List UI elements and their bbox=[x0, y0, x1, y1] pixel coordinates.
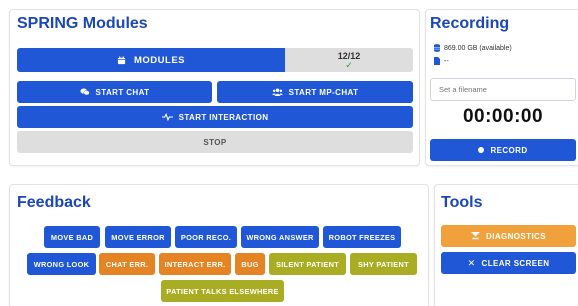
modules-button[interactable]: MODULES bbox=[17, 48, 285, 72]
modules-bar: MODULES 12/12 ✓ bbox=[17, 48, 413, 72]
start-interaction-label: START INTERACTION bbox=[178, 112, 269, 122]
diagnostics-button[interactable]: DIAGNOSTICS bbox=[441, 225, 576, 247]
file-status-text: -- bbox=[444, 57, 449, 65]
feedback-silent-patient-button[interactable]: SILENT PATIENT bbox=[269, 253, 346, 275]
calendar-icon bbox=[117, 55, 126, 65]
stethoscope-icon bbox=[471, 232, 480, 240]
stop-label: STOP bbox=[203, 137, 227, 147]
record-button[interactable]: RECORD bbox=[430, 139, 576, 161]
users-icon bbox=[271, 88, 283, 96]
feedback-move-error-button[interactable]: MOVE ERROR bbox=[105, 226, 171, 248]
start-mp-chat-button[interactable]: START MP-CHAT bbox=[217, 81, 413, 103]
record-dot-icon bbox=[478, 147, 485, 153]
feedback-wrong-look-button[interactable]: WRONG LOOK bbox=[27, 253, 96, 275]
recording-card-title: Recording bbox=[430, 15, 510, 32]
start-chat-label: START CHAT bbox=[95, 87, 150, 97]
record-label: RECORD bbox=[490, 145, 528, 155]
close-icon: ✕ bbox=[467, 257, 476, 268]
feedback-patient-talks-elsewhere-button[interactable]: PATIENT TALKS ELSEWHERE bbox=[161, 280, 284, 302]
start-chat-button[interactable]: START CHAT bbox=[17, 81, 212, 103]
storage-text: 869.00 GB (available) bbox=[444, 44, 512, 52]
storage-info: 869.00 GB (available) bbox=[434, 44, 512, 52]
clear-screen-button[interactable]: ✕ CLEAR SCREEN bbox=[441, 252, 576, 274]
recording-timer: 00:00:00 bbox=[462, 106, 544, 127]
feedback-bug-button[interactable]: BUG bbox=[235, 253, 265, 275]
feedback-robot-freezes-button[interactable]: ROBOT FREEZES bbox=[323, 226, 401, 248]
modules-label: MODULES bbox=[134, 54, 185, 66]
feedback-chat-err-button[interactable]: CHAT ERR. bbox=[99, 253, 155, 275]
start-interaction-button[interactable]: START INTERACTION bbox=[17, 106, 413, 128]
comments-icon bbox=[79, 88, 90, 96]
feedback-wrong-answer-button[interactable]: WRONG ANSWER bbox=[241, 226, 319, 248]
feedback-move-bad-button[interactable]: MOVE BAD bbox=[44, 226, 100, 248]
modules-card-title: SPRING Modules bbox=[17, 15, 148, 32]
filename-input[interactable] bbox=[430, 78, 576, 101]
start-mp-chat-label: START MP-CHAT bbox=[288, 87, 359, 97]
database-icon bbox=[434, 44, 440, 52]
file-icon bbox=[434, 57, 440, 65]
stop-button[interactable]: STOP bbox=[17, 131, 413, 153]
feedback-shy-patient-button[interactable]: SHY PATIENT bbox=[350, 253, 417, 275]
tools-card-title: Tools bbox=[441, 194, 483, 211]
modules-progress-count: 12/12 bbox=[337, 50, 361, 61]
feedback-interact-err-button[interactable]: INTERACT ERR. bbox=[159, 253, 231, 275]
feedback-card-title: Feedback bbox=[17, 194, 91, 211]
clear-screen-label: CLEAR SCREEN bbox=[481, 258, 550, 268]
pulse-icon bbox=[161, 113, 173, 121]
feedback-poor-reco-button[interactable]: POOR RECO. bbox=[175, 226, 237, 248]
modules-progress: 12/12 ✓ bbox=[285, 48, 413, 72]
check-icon: ✓ bbox=[345, 59, 353, 70]
diagnostics-label: DIAGNOSTICS bbox=[486, 231, 546, 241]
file-info: -- bbox=[434, 57, 449, 65]
